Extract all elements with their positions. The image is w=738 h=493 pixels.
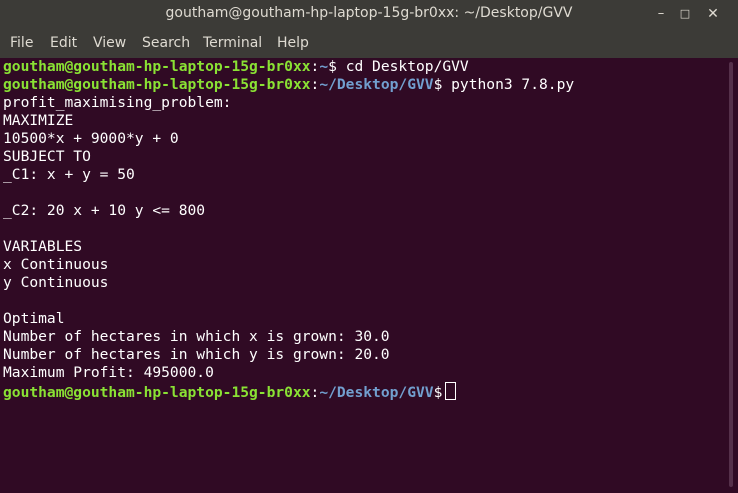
output-line: _C2: 20 x + 10 y <= 800 [3,202,206,219]
window-title: goutham@goutham-hp-laptop-15g-br0xx: ~/D… [165,5,573,21]
minimize-button[interactable]: – [650,3,672,25]
menu-view[interactable]: View [93,35,126,51]
prompt-user: goutham@goutham-hp-laptop-15g-br0xx [3,76,311,93]
output-line: y Continuous [3,274,109,291]
output-line: Number of hectares in which x is grown: … [3,328,390,345]
prompt-path: ~ [319,58,329,75]
scrollbar-thumb[interactable] [729,62,733,487]
command-text: python3 7.8.py [451,76,575,93]
menu-terminal[interactable]: Terminal [203,35,262,51]
output-line: 10500*x + 9000*y + 0 [3,130,179,147]
scrollbar[interactable] [724,58,738,493]
title-bar[interactable]: goutham@goutham-hp-laptop-15g-br0xx: ~/D… [0,0,738,28]
terminal-window: goutham@goutham-hp-laptop-15g-br0xx: ~/D… [0,0,738,493]
output-line: Optimal [3,310,65,327]
menu-edit[interactable]: Edit [50,35,77,51]
prompt-line: goutham@goutham-hp-laptop-15g-br0xx:~$ c… [3,58,469,75]
text-cursor[interactable] [445,382,457,400]
output-line: SUBJECT TO [3,148,91,165]
close-button[interactable]: ✕ [702,3,724,25]
maximize-button[interactable]: □ [674,3,696,25]
output-line: Number of hectares in which y is grown: … [3,346,390,363]
output-line: x Continuous [3,256,109,273]
prompt-user: goutham@goutham-hp-laptop-15g-br0xx [3,384,311,401]
prompt-user: goutham@goutham-hp-laptop-15g-br0xx [3,58,311,75]
prompt-line: goutham@goutham-hp-laptop-15g-br0xx:~/De… [3,76,575,93]
output-line: Maximum Profit: 495000.0 [3,364,214,381]
menu-file[interactable]: File [10,35,33,51]
menu-bar: File Edit View Search Terminal Help [0,28,738,58]
menu-search[interactable]: Search [142,35,190,51]
command-text: cd Desktop/GVV [345,58,469,75]
output-line: profit_maximising_problem: [3,94,232,111]
output-line: _C1: x + y = 50 [3,166,135,183]
prompt-path: ~/Desktop/GVV [319,384,434,401]
output-line: MAXIMIZE [3,112,74,129]
prompt-line: goutham@goutham-hp-laptop-15g-br0xx:~/De… [3,382,457,401]
terminal-output[interactable]: goutham@goutham-hp-laptop-15g-br0xx:~$ c… [0,58,724,493]
menu-help[interactable]: Help [277,35,309,51]
output-line: VARIABLES [3,238,83,255]
prompt-path: ~/Desktop/GVV [319,76,434,93]
